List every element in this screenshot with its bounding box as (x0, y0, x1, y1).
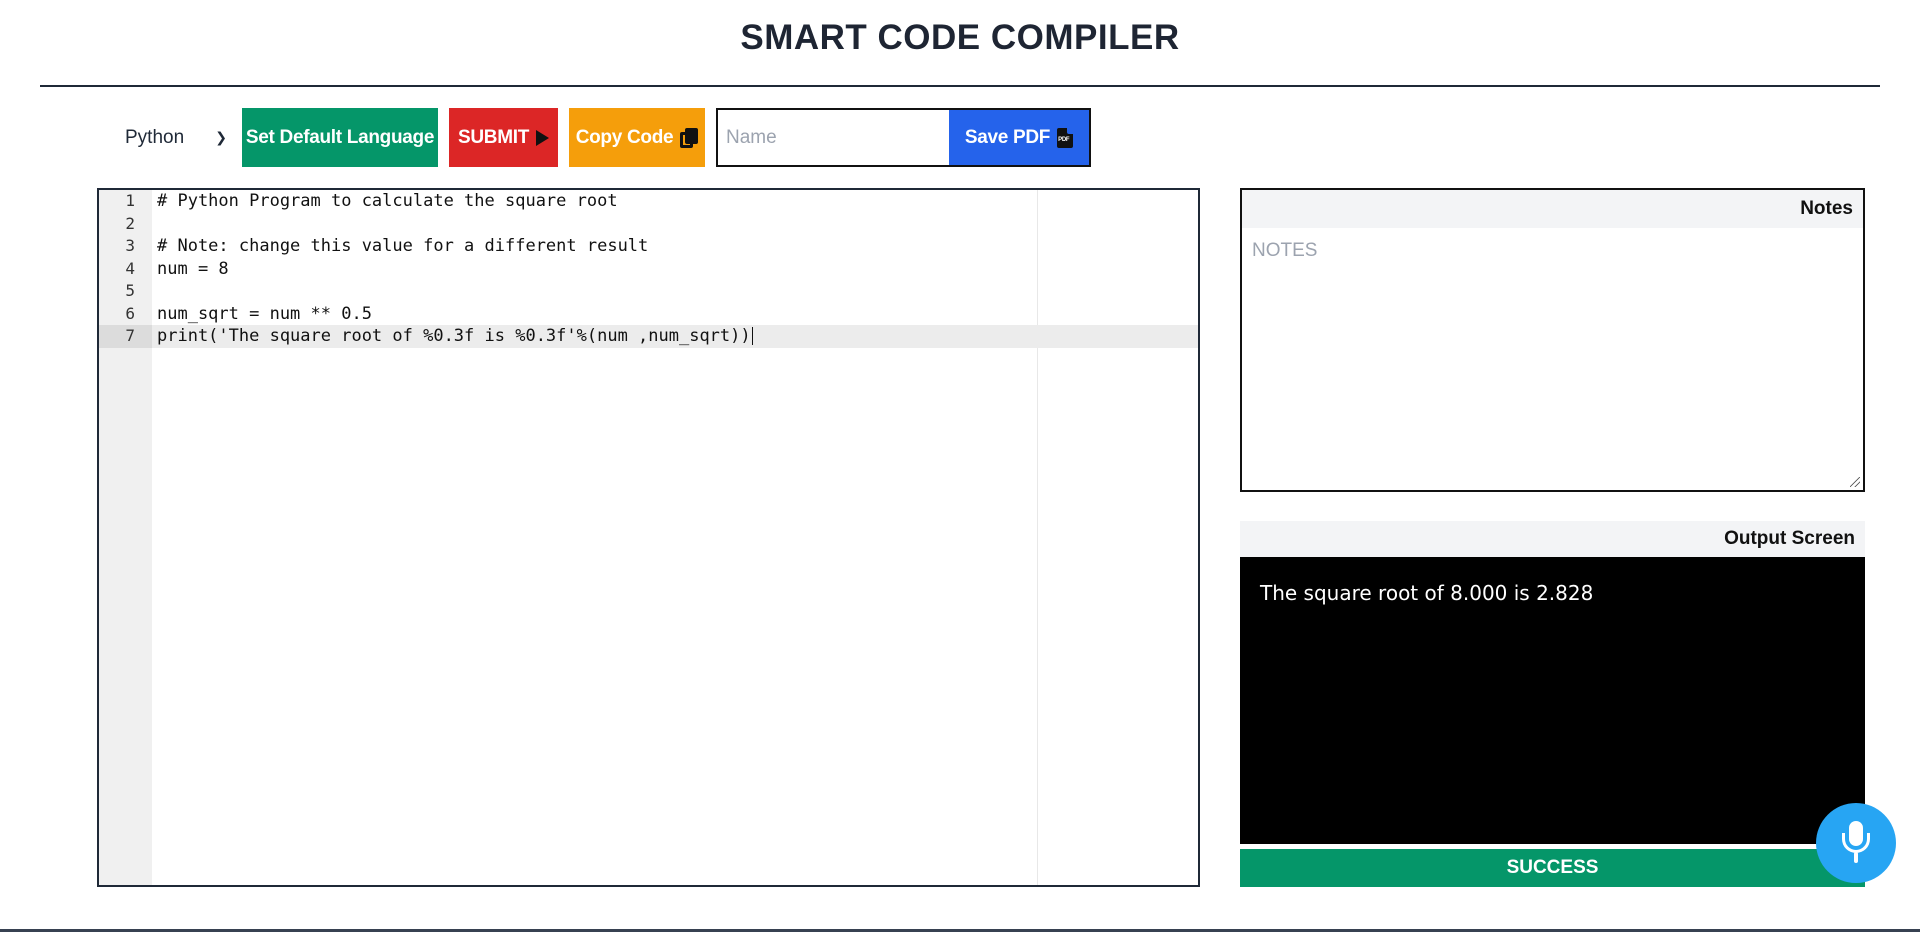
code-text: # Python Program to calculate the square… (157, 191, 618, 211)
line-number: 6 (125, 303, 135, 323)
toolbar: Python ❯ Set Default Language SUBMIT Cop… (113, 108, 1091, 167)
line-number: 5 (125, 281, 135, 300)
code-text: num_sqrt = num ** 0.5 (157, 303, 372, 324)
language-select-value: Python (125, 126, 185, 148)
code-line[interactable]: 4 num = 8 (99, 258, 1198, 281)
line-number: 4 (125, 258, 135, 278)
copy-code-button[interactable]: Copy Code (569, 108, 705, 167)
code-text: num = 8 (157, 258, 229, 279)
code-line[interactable]: 2 (99, 213, 1198, 236)
title-divider (40, 85, 1880, 87)
save-pdf-label: Save PDF (964, 126, 1051, 148)
line-number: 2 (125, 213, 135, 233)
code-editor[interactable]: 1 # Python Program to calculate the squar… (97, 188, 1200, 887)
pdf-file-icon: PDF (1057, 127, 1074, 148)
save-pdf-group: Save PDF PDF (716, 108, 1091, 167)
submit-label: SUBMIT (457, 126, 530, 148)
notes-title: Notes (1242, 190, 1863, 228)
code-lines: 1 # Python Program to calculate the squar… (99, 190, 1198, 348)
line-number: 3 (125, 236, 135, 255)
resize-handle-icon[interactable] (1850, 477, 1860, 487)
notes-textarea[interactable] (1242, 228, 1863, 490)
line-number: 1 (125, 191, 135, 210)
page-title: SMART CODE COMPILER (740, 18, 1180, 57)
submit-button[interactable]: SUBMIT (449, 108, 558, 167)
code-text: # Note: change this value for a differen… (157, 236, 649, 256)
copy-icon (680, 127, 699, 148)
play-icon (536, 129, 550, 146)
code-line[interactable]: 1 # Python Program to calculate the squar… (99, 190, 1198, 213)
output-screen: The square root of 8.000 is 2.828 (1240, 557, 1865, 844)
output-text: The square root of 8.000 is 2.828 (1260, 581, 1594, 605)
line-number: 7 (99, 325, 152, 348)
output-title: Output Screen (1240, 521, 1865, 557)
status-text: SUCCESS (1506, 857, 1599, 878)
language-select[interactable]: Python ❯ (113, 108, 235, 167)
pdf-name-input[interactable] (718, 110, 949, 165)
code-line[interactable]: 7 print('The square root of %0.3f is %0.3… (99, 325, 1198, 348)
compiler-page: SMART CODE COMPILER Python ❯ Set Default… (0, 0, 1920, 932)
copy-code-label: Copy Code (575, 126, 674, 148)
code-text: print('The square root of %0.3f is %0.3f… (157, 326, 753, 346)
microphone-button[interactable] (1816, 803, 1896, 883)
code-line[interactable]: 5 (99, 280, 1198, 303)
code-line[interactable]: 6 num_sqrt = num ** 0.5 (99, 303, 1198, 326)
chevron-down-icon: ❯ (215, 129, 227, 145)
set-default-language-button[interactable]: Set Default Language (242, 108, 438, 167)
text-cursor (751, 327, 753, 345)
set-default-language-label: Set Default Language (245, 126, 435, 148)
code-line[interactable]: 3 # Note: change this value for a differe… (99, 235, 1198, 258)
notes-panel: Notes (1240, 188, 1865, 492)
status-bar: SUCCESS (1240, 849, 1865, 887)
save-pdf-button[interactable]: Save PDF PDF (949, 110, 1089, 165)
